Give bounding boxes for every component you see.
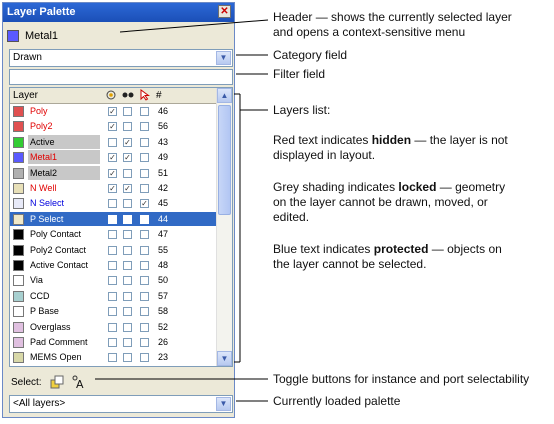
annotation-red: Red text indicates hidden — the layer is… [273, 133, 508, 162]
annotation-blue: Blue text indicates protected — objects … [273, 242, 502, 271]
annotation-header: Header — shows the currently selected la… [273, 10, 512, 39]
annotation-category: Category field [273, 48, 348, 62]
annotation-filter: Filter field [273, 67, 326, 81]
annotation-toggle: Toggle buttons for instance and port sel… [273, 372, 530, 386]
annotation-layers-list: Layers list: [273, 103, 331, 117]
annotation-palette: Currently loaded palette [273, 394, 401, 408]
annotation-grey: Grey shading indicates locked — geometry… [273, 180, 506, 224]
